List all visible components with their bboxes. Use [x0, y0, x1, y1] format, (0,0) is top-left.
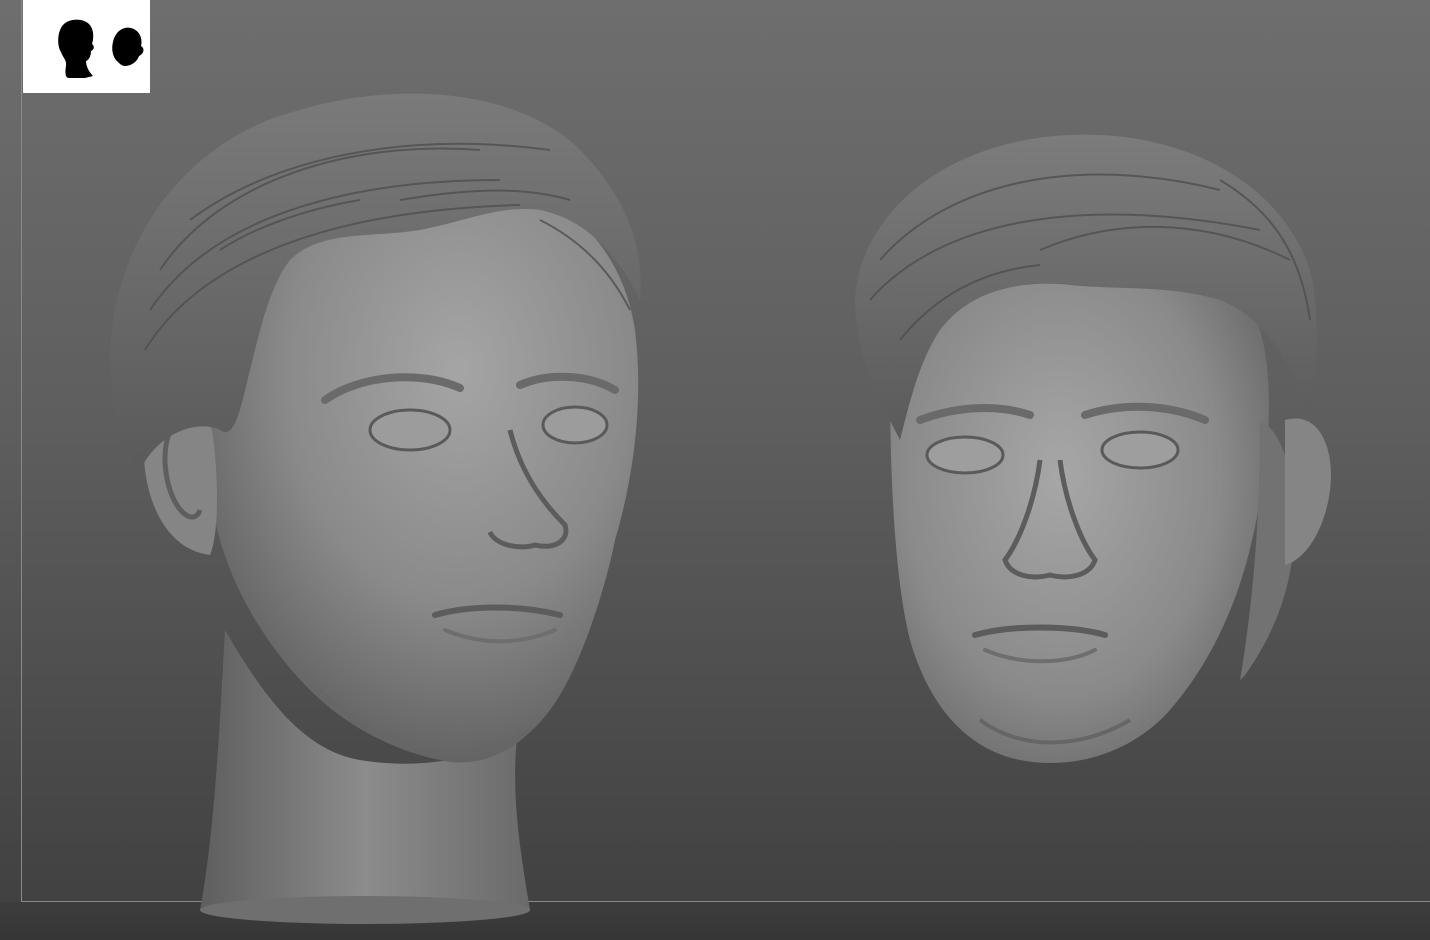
face-mask-model[interactable] [840, 120, 1350, 780]
head-bust-model[interactable] [100, 70, 660, 930]
sculpt-viewport[interactable] [0, 0, 1430, 940]
frame-border-left [21, 0, 22, 902]
